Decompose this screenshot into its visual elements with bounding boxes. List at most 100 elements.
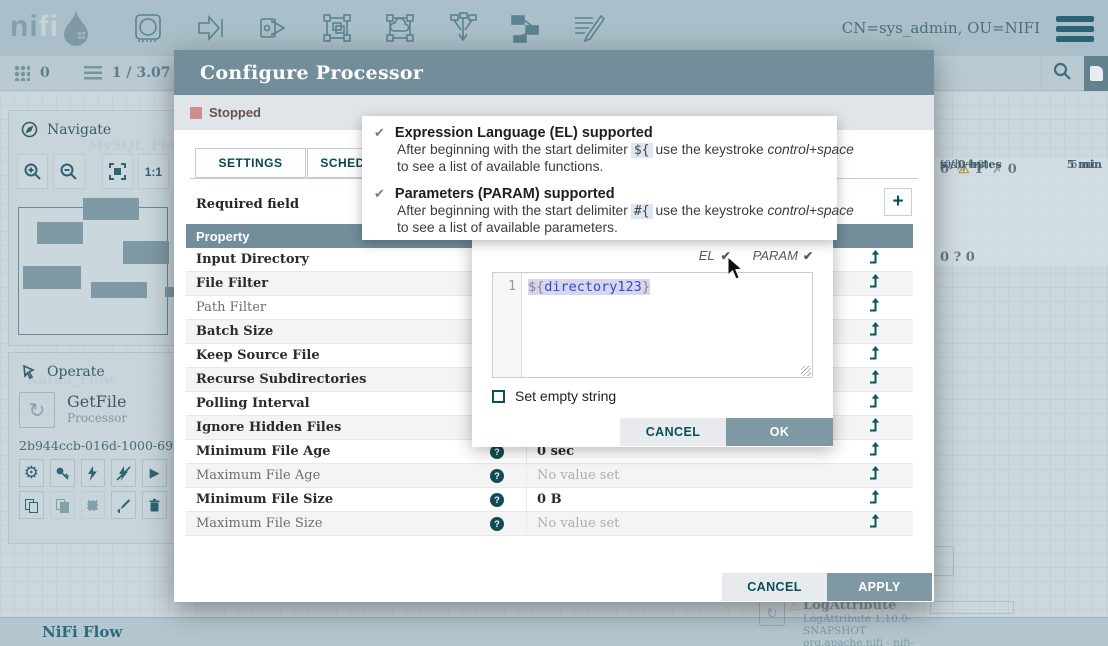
property-value-editor: EL ✔ PARAM ✔ 1 ${directory123} Set empty… — [472, 238, 833, 447]
el-param-tooltip: ✔ Expression Language (EL) supported Aft… — [362, 116, 837, 240]
tooltip-title: Parameters (PARAM) supported — [395, 186, 615, 202]
current-user-label: CN=sys_admin, OU=NIFI — [842, 19, 1040, 37]
editor-line-number: 1 — [493, 273, 522, 377]
help-icon[interactable]: ? — [490, 493, 504, 507]
input-port-component-icon[interactable] — [193, 10, 229, 46]
property-value[interactable]: 0 B — [526, 488, 844, 512]
birdseye-minimap[interactable] — [18, 207, 168, 335]
property-name: Minimum File Size — [186, 492, 486, 507]
processor-component-icon[interactable] — [130, 10, 166, 46]
convert-to-parameter-icon[interactable] — [868, 418, 881, 437]
start-button[interactable]: ▶ — [142, 459, 167, 487]
editor-cancel-button[interactable]: CANCEL — [620, 418, 726, 446]
convert-to-parameter-icon[interactable] — [868, 490, 881, 509]
nifi-logo: nifi — [10, 8, 91, 46]
help-icon[interactable]: ? — [490, 517, 504, 531]
tab-settings[interactable]: SETTINGS — [195, 148, 306, 178]
bg-logattribute-processor: ↻ ⚠ LogAttribute LogAttribute 1.10.0-SNA… — [745, 598, 950, 646]
funnel-component-icon[interactable] — [445, 10, 481, 46]
convert-to-parameter-icon[interactable] — [868, 322, 881, 341]
el-label: EL — [699, 248, 715, 263]
paste-button[interactable] — [50, 491, 75, 519]
tooltip-body-line1: After beginning with the start delimiter… — [397, 141, 837, 158]
configuration-button[interactable]: ⚙ — [19, 459, 44, 487]
remote-process-group-component-icon[interactable] — [382, 10, 418, 46]
color-button[interactable] — [111, 491, 136, 519]
process-group-component-icon[interactable] — [319, 10, 355, 46]
property-row[interactable]: Minimum File Size ? 0 B — [186, 488, 913, 512]
property-row[interactable]: Maximum File Age ? No value set — [186, 464, 913, 488]
access-policies-button[interactable] — [50, 459, 75, 487]
breadcrumb-root[interactable]: NiFi Flow — [42, 623, 122, 641]
nifi-app: nifi CN=sys_admin, OU=NIFI 0 1 / 3.07 MB… — [0, 0, 1108, 646]
enable-button[interactable] — [81, 459, 106, 487]
expression-code-editor[interactable]: 1 ${directory123} — [492, 272, 813, 378]
navigate-header: Navigate — [9, 111, 177, 148]
el-param-support-indicators: EL ✔ PARAM ✔ — [699, 248, 813, 263]
template-component-icon[interactable] — [508, 10, 544, 46]
zoom-out-button[interactable] — [53, 154, 84, 189]
set-empty-string-checkbox[interactable] — [492, 390, 505, 403]
param-label: PARAM — [753, 248, 798, 263]
delimiter-chip: #{ — [631, 204, 653, 219]
bulletin-board-button[interactable] — [1084, 56, 1108, 91]
disable-button[interactable] — [111, 459, 136, 487]
convert-to-parameter-icon[interactable] — [868, 250, 881, 269]
global-menu-button[interactable] — [1056, 16, 1094, 42]
navigate-controls: 1:1 — [9, 148, 177, 195]
convert-to-parameter-icon[interactable] — [868, 442, 881, 461]
zoom-fit-button[interactable] — [102, 154, 133, 189]
convert-to-parameter-icon[interactable] — [868, 346, 881, 365]
property-name: Ignore Hidden Files — [186, 420, 486, 435]
delete-button[interactable] — [142, 491, 167, 519]
bg-pg-footer: 0 ? 0 — [940, 250, 975, 265]
copy-button[interactable] — [19, 491, 44, 519]
note-icon — [1090, 66, 1103, 81]
editor-code-area[interactable]: ${directory123} — [522, 273, 812, 377]
convert-to-parameter-icon[interactable] — [868, 394, 881, 413]
convert-to-parameter-icon[interactable] — [868, 298, 881, 317]
app-toolbar: nifi CN=sys_admin, OU=NIFI — [0, 0, 1108, 56]
label-component-icon[interactable] — [571, 10, 607, 46]
property-row[interactable]: Maximum File Size ? No value set — [186, 512, 913, 536]
property-value[interactable]: No value set — [526, 512, 844, 536]
convert-to-parameter-icon[interactable] — [868, 514, 881, 533]
zoom-actual-button[interactable]: 1:1 — [138, 154, 169, 189]
search-zone — [1041, 56, 1108, 91]
nifi-droplet-icon — [61, 8, 91, 46]
tooltip-body-line1: After beginning with the start delimiter… — [397, 202, 837, 219]
convert-to-parameter-icon[interactable] — [868, 274, 881, 293]
convert-to-parameter-icon[interactable] — [868, 466, 881, 485]
help-icon[interactable]: ? — [490, 469, 504, 483]
editor-ok-button[interactable]: OK — [726, 418, 833, 446]
group-button[interactable] — [81, 491, 106, 519]
processor-icon: ↻ — [759, 600, 785, 626]
delimiter-chip: ${ — [631, 143, 653, 158]
threads-icon — [14, 65, 30, 81]
bg-process-group-stats: 0 ⚠ 1 ✗ 0 tes) tes) → 05 min s / 0 bytes… — [934, 158, 1108, 266]
component-toolbar — [130, 10, 607, 46]
search-icon[interactable] — [1052, 61, 1072, 86]
operate-title: Operate — [47, 364, 105, 380]
mouse-cursor — [727, 256, 744, 280]
property-name: Maximum File Size — [186, 516, 486, 531]
convert-to-parameter-icon[interactable] — [868, 370, 881, 389]
stopped-status-icon — [190, 107, 202, 119]
dialog-footer: CANCEL APPLY — [174, 573, 934, 602]
editor-resize-handle[interactable] — [801, 366, 811, 376]
processor-icon: ↻ — [19, 392, 55, 428]
set-empty-string-option[interactable]: Set empty string — [492, 388, 616, 404]
cancel-button[interactable]: CANCEL — [722, 573, 827, 601]
editor-selected-text: ${directory123} — [528, 279, 650, 295]
zoom-in-button[interactable] — [17, 154, 48, 189]
required-field-label: Required field — [196, 197, 299, 212]
property-name: Batch Size — [186, 324, 486, 339]
output-port-component-icon[interactable] — [256, 10, 292, 46]
component-id[interactable]: 2b944ccb-016d-1000-69b1-c3... — [19, 428, 167, 455]
queued-icon — [84, 66, 102, 80]
apply-button[interactable]: APPLY — [827, 573, 932, 601]
status-label: Stopped — [209, 105, 261, 120]
operate-buttons-row2 — [9, 487, 177, 519]
property-value[interactable]: No value set — [526, 464, 844, 488]
add-property-button[interactable]: + — [884, 188, 912, 216]
